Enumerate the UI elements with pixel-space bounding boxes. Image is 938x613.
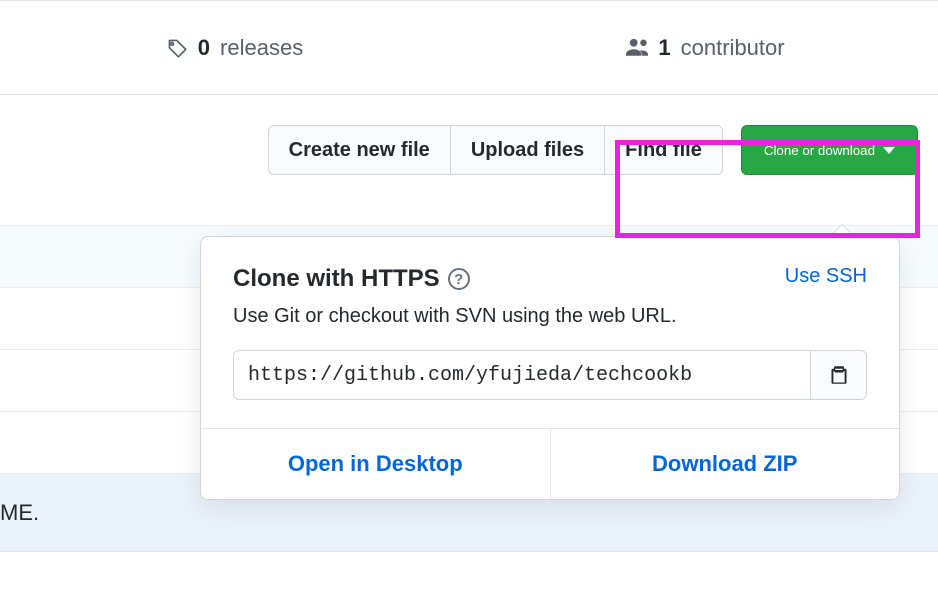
releases-label: releases (220, 35, 303, 61)
people-icon (622, 37, 648, 59)
clone-panel-description: Use Git or checkout with SVN using the w… (233, 305, 867, 328)
create-new-file-button[interactable]: Create new file (268, 125, 451, 175)
copy-url-button[interactable] (811, 350, 867, 400)
clone-url-input[interactable] (233, 350, 811, 400)
contributors-label: contributor (681, 35, 785, 61)
file-button-group: Create new file Upload files Find file (268, 125, 723, 175)
caret-down-icon (883, 147, 895, 154)
releases-stat[interactable]: 0 releases (0, 35, 469, 61)
find-file-button[interactable]: Find file (605, 125, 723, 175)
contributors-stat[interactable]: 1 contributor (469, 35, 938, 61)
stats-bar: 0 releases 1 contributor (0, 0, 938, 95)
clipboard-icon (829, 364, 849, 386)
tag-icon (166, 37, 188, 59)
clone-download-button[interactable]: Clone or download (741, 125, 918, 175)
help-icon[interactable]: ? (448, 268, 470, 290)
bg-row (0, 551, 938, 613)
contributors-count: 1 (658, 35, 670, 61)
clone-dropdown-panel: Clone with HTTPS ? Use SSH Use Git or ch… (200, 236, 900, 500)
file-toolbar: Create new file Upload files Find file C… (0, 95, 938, 175)
releases-count: 0 (198, 35, 210, 61)
download-zip-button[interactable]: Download ZIP (551, 429, 900, 499)
use-ssh-link[interactable]: Use SSH (785, 265, 867, 288)
clone-download-label: Clone or download (764, 143, 875, 158)
upload-files-button[interactable]: Upload files (451, 125, 605, 175)
clone-panel-title: Clone with HTTPS ? (233, 265, 470, 293)
open-in-desktop-button[interactable]: Open in Desktop (201, 429, 551, 499)
